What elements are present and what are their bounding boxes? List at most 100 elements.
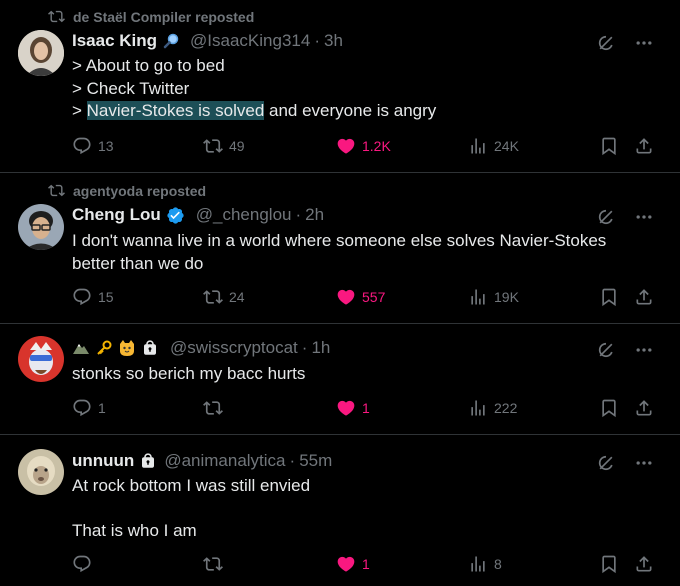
tweet-line: > Navier-Stokes is solved and everyone i… <box>72 100 642 123</box>
tweet[interactable]: @swisscryptocat · 1h stonks so berich my… <box>0 324 680 435</box>
more-icon[interactable] <box>634 33 654 53</box>
author-handle[interactable]: @IsaacKing314 <box>190 31 310 51</box>
share-icon <box>634 287 654 307</box>
bookmark-icon <box>599 554 619 574</box>
bookmark-button[interactable] <box>599 287 619 307</box>
more-icon[interactable] <box>634 340 654 360</box>
avatar-image <box>18 336 64 382</box>
more-icon[interactable] <box>634 453 654 473</box>
author-handle[interactable]: @swisscryptocat <box>170 338 298 358</box>
reply-icon <box>72 136 92 156</box>
reply-icon <box>72 398 92 418</box>
tweet[interactable]: unnuun @animanalytica · 55m At rock bott… <box>0 435 680 586</box>
share-button[interactable] <box>634 554 654 574</box>
grok-icon[interactable] <box>596 453 616 473</box>
views-icon <box>468 398 488 418</box>
repost-icon <box>203 136 223 156</box>
lock-icon <box>139 452 157 470</box>
repost-icon <box>203 398 223 418</box>
like-count: 1 <box>362 400 370 416</box>
view-count: 8 <box>494 556 502 572</box>
tweet-line: At rock bottom I was still envied <box>72 476 311 495</box>
repost-button[interactable] <box>203 554 229 574</box>
heart-filled-icon <box>336 554 356 574</box>
grok-icon[interactable] <box>596 340 616 360</box>
tweet-text: > About to go to bed > Check Twitter > N… <box>72 55 642 123</box>
avatar-image <box>18 204 64 250</box>
like-button[interactable]: 1.2K <box>336 136 391 156</box>
repost-label[interactable]: de Staël Compiler reposted <box>73 9 254 25</box>
repost-icon <box>203 554 223 574</box>
more-icon[interactable] <box>634 207 654 227</box>
views-icon <box>468 136 488 156</box>
bookmark-button[interactable] <box>599 136 619 156</box>
heart-filled-icon <box>336 398 356 418</box>
views-button[interactable]: 19K <box>468 287 519 307</box>
timestamp[interactable]: 3h <box>324 31 343 51</box>
author-handle[interactable]: @animanalytica <box>164 451 285 471</box>
share-button[interactable] <box>634 136 654 156</box>
timestamp[interactable]: 1h <box>311 338 330 358</box>
share-button[interactable] <box>634 287 654 307</box>
action-bar: 15 24 557 19K <box>0 287 680 311</box>
tweet-text: At rock bottom I was still envied That i… <box>72 475 642 543</box>
author-name[interactable]: unnuun <box>72 451 134 471</box>
cat-emoji-icon <box>118 339 136 357</box>
like-count: 1.2K <box>362 138 391 154</box>
views-button[interactable]: 8 <box>468 554 502 574</box>
bookmark-button[interactable] <box>599 398 619 418</box>
reply-icon <box>72 287 92 307</box>
heart-filled-icon <box>336 287 356 307</box>
author-name[interactable]: Cheng Lou <box>72 205 161 225</box>
avatar-image <box>18 449 64 495</box>
reply-button[interactable]: 13 <box>72 136 114 156</box>
author-handle[interactable]: @_chenglou <box>196 205 292 225</box>
avatar[interactable] <box>18 204 64 250</box>
avatar-image <box>18 30 64 76</box>
like-count: 1 <box>362 556 370 572</box>
mountain-emoji-icon <box>72 339 90 357</box>
views-button[interactable]: 222 <box>468 398 517 418</box>
reply-button[interactable]: 1 <box>72 398 106 418</box>
tweet-text: I don't wanna live in a world where some… <box>72 231 607 273</box>
repost-icon <box>48 8 65 25</box>
action-bar: 1 8 <box>0 554 680 578</box>
share-icon <box>634 554 654 574</box>
repost-label[interactable]: agentyoda reposted <box>73 183 206 199</box>
repost-indicator: agentyoda reposted <box>48 182 206 199</box>
like-button[interactable]: 1 <box>336 554 370 574</box>
view-count: 19K <box>494 289 519 305</box>
repost-button[interactable]: 49 <box>203 136 245 156</box>
timestamp[interactable]: 55m <box>299 451 332 471</box>
grok-icon[interactable] <box>596 33 616 53</box>
like-button[interactable]: 1 <box>336 398 370 418</box>
avatar[interactable] <box>18 30 64 76</box>
tweet-line: That is who I am <box>72 521 197 540</box>
key-emoji-icon <box>95 339 113 357</box>
reply-icon <box>72 554 92 574</box>
verified-badge-icon <box>166 206 185 225</box>
separator-dot: · <box>314 31 320 50</box>
repost-button[interactable] <box>203 398 229 418</box>
like-button[interactable]: 557 <box>336 287 385 307</box>
reply-count: 15 <box>98 289 114 305</box>
tweet[interactable]: agentyoda reposted Cheng Lou @_chenglou … <box>0 173 680 324</box>
tweet-line: > About to go to bed <box>72 56 225 75</box>
timestamp[interactable]: 2h <box>305 205 324 225</box>
author-name[interactable]: Isaac King <box>72 31 157 51</box>
separator-dot: · <box>289 451 296 470</box>
tweet-line: > Check Twitter <box>72 78 190 98</box>
repost-count: 24 <box>229 289 245 305</box>
grok-icon[interactable] <box>596 207 616 227</box>
tweet[interactable]: de Staël Compiler reposted Isaac King @I… <box>0 0 680 173</box>
reply-button[interactable]: 15 <box>72 287 114 307</box>
share-button[interactable] <box>634 398 654 418</box>
bookmark-button[interactable] <box>599 554 619 574</box>
avatar[interactable] <box>18 336 64 382</box>
reply-button[interactable] <box>72 554 98 574</box>
repost-button[interactable]: 24 <box>203 287 245 307</box>
views-button[interactable]: 24K <box>468 136 519 156</box>
avatar[interactable] <box>18 449 64 495</box>
repost-indicator: de Staël Compiler reposted <box>48 8 254 25</box>
